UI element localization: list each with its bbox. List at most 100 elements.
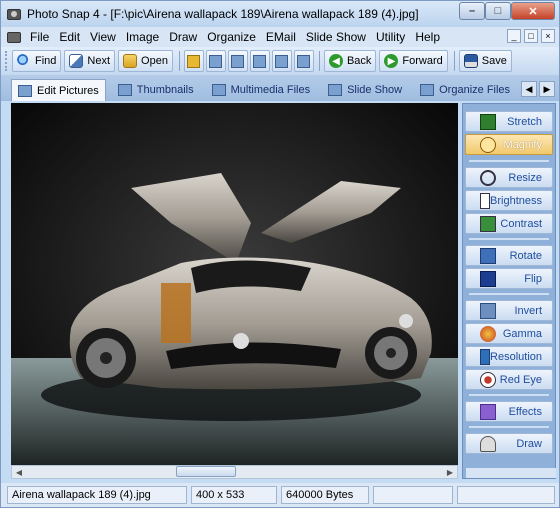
tab-next-button[interactable]: ▶ [539,81,555,97]
horizontal-scrollbar[interactable]: ◀ ▶ [11,465,458,479]
tab-slide-show[interactable]: Slide Show [322,79,408,101]
tab-prev-button[interactable]: ◀ [521,81,537,97]
scroll-right-icon[interactable]: ▶ [443,466,457,478]
back-label: Back [346,55,372,67]
menu-draw[interactable]: Draw [164,30,202,44]
resize-button[interactable]: Resize [465,167,553,188]
menu-organize[interactable]: Organize [202,30,261,44]
details-view-button[interactable] [249,50,270,72]
gamma-label: Gamma [502,327,542,340]
thumbnail-view-button[interactable] [271,50,292,72]
toolbar-separator [453,51,456,71]
car-photo [11,103,458,465]
mdi-minimize-button[interactable]: _ [507,29,521,43]
menu-help[interactable]: Help [410,30,445,44]
flip-button[interactable]: Flip [465,268,553,289]
menu-email[interactable]: EMail [261,30,301,44]
status-bar: Airena wallapack 189 (4).jpg 400 x 533 6… [1,483,559,507]
resize-label: Resize [508,171,542,184]
red-eye-label: Red Eye [499,373,542,386]
rotate-button[interactable]: Rotate [465,245,553,266]
folder-open-icon [123,54,138,68]
toolbar-separator [318,51,321,71]
panel-scrollbar[interactable] [466,468,556,478]
resolution-button[interactable]: Resolution [465,346,553,367]
panel-divider [469,160,549,162]
menu-image[interactable]: Image [121,30,164,44]
menu-file[interactable]: File [25,30,54,44]
invert-button[interactable]: Invert [465,300,553,321]
next-file-icon [69,54,84,68]
back-arrow-icon: ◀ [328,54,343,68]
large-icons-icon [209,54,223,68]
mdi-controls: _ □ × [507,29,555,43]
large-icons-button[interactable] [205,50,226,72]
tab-label: Organize Files [439,84,511,96]
draw-brush-icon [480,435,496,452]
next-button[interactable]: Next [64,50,116,72]
camera-icon[interactable] [7,31,21,43]
tab-multimedia-files[interactable]: Multimedia Files [206,79,316,101]
status-empty-1 [373,486,453,504]
tab-organize-files[interactable]: Organize Files [414,79,516,101]
open-label: Open [141,55,168,67]
minimize-button[interactable]: – [459,2,485,20]
stretch-button[interactable]: Stretch [465,111,553,132]
forward-button[interactable]: ▶ Forward [379,50,448,72]
resize-icon [480,169,496,186]
open-button[interactable]: Open [118,50,173,72]
menu-utility[interactable]: Utility [371,30,410,44]
details-view-icon [253,54,267,68]
effects-button[interactable]: Effects [465,401,553,422]
tab-thumbnails[interactable]: Thumbnails [112,79,200,101]
red-eye-button[interactable]: Red Eye [465,369,553,390]
gamma-button[interactable]: Gamma [465,323,553,344]
menu-bar: File Edit View Image Draw Organize EMail… [1,27,559,47]
save-button[interactable]: Save [458,50,512,72]
tab-label: Multimedia Files [230,84,311,96]
gamma-icon [480,325,496,342]
maximize-button[interactable]: □ [485,2,511,20]
toolbar: Find Next Open ◀ Back ▶ Forward Save [1,47,559,75]
find-button[interactable]: Find [12,50,62,72]
scroll-left-icon[interactable]: ◀ [12,466,26,478]
next-label: Next [87,55,111,67]
draw-button[interactable]: Draw [465,433,553,454]
window-controls: – □ ✕ [459,2,555,20]
brightness-button[interactable]: Brightness [465,190,553,211]
panel-divider [469,238,549,240]
draw-label: Draw [516,437,542,450]
invert-label: Invert [514,304,542,317]
scroll-track[interactable] [26,466,443,478]
status-empty-2 [457,486,555,504]
stretch-icon [480,113,496,130]
title-bar[interactable]: Photo Snap 4 - [F:\pic\Airena wallapack … [1,1,559,27]
menu-edit[interactable]: Edit [54,30,85,44]
toolbar-grip[interactable] [5,51,9,71]
back-button[interactable]: ◀ Back [323,50,377,72]
folder-up-button[interactable] [183,50,204,72]
tab-bar: Edit Pictures Thumbnails Multimedia File… [1,75,559,101]
menu-view[interactable]: View [85,30,121,44]
folder-up-icon [187,54,201,68]
scroll-thumb[interactable] [176,466,236,477]
tab-label: Slide Show [347,84,403,96]
forward-label: Forward [402,55,443,67]
mdi-close-button[interactable]: × [541,29,555,43]
rotate-icon [480,247,496,264]
image-viewer[interactable] [11,103,458,465]
filmstrip-view-button[interactable] [293,50,314,72]
list-view-button[interactable] [227,50,248,72]
multimedia-icon [211,84,226,96]
magnify-button[interactable]: Magnify [465,134,553,155]
status-file-size: 640000 Bytes [281,486,369,504]
menu-slide-show[interactable]: Slide Show [301,30,371,44]
stretch-label: Stretch [507,115,542,128]
mdi-restore-button[interactable]: □ [524,29,538,43]
filmstrip-view-icon [297,54,311,68]
contrast-button[interactable]: Contrast [465,213,553,234]
edit-picture-icon [18,84,32,97]
red-eye-icon [480,371,496,388]
tab-edit-pictures[interactable]: Edit Pictures [11,79,106,101]
close-button[interactable]: ✕ [511,2,555,20]
